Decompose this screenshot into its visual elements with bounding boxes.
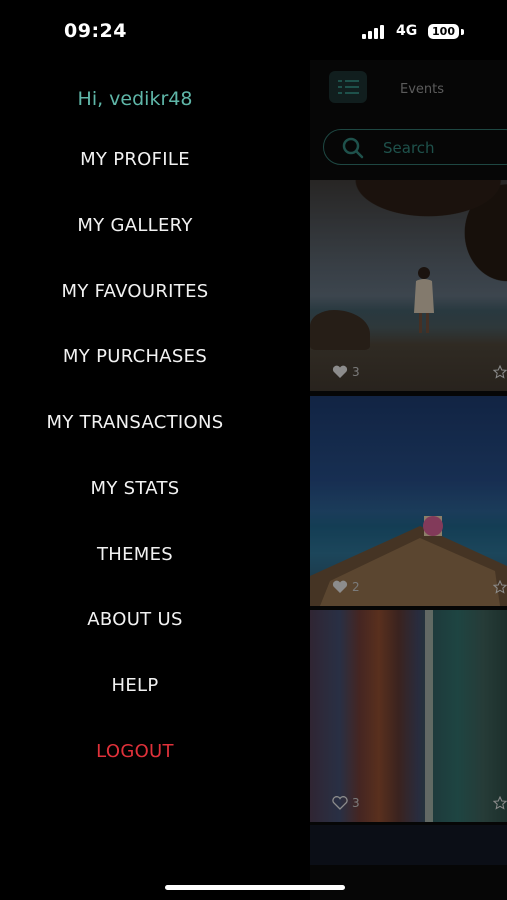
logout-button[interactable]: LOGOUT (0, 739, 270, 765)
clock: 09:24 (64, 20, 127, 42)
menu-item-my-stats[interactable]: MY STATS (0, 476, 270, 502)
menu-item-help[interactable]: HELP (0, 673, 270, 699)
menu-item-my-transactions[interactable]: MY TRANSACTIONS (0, 410, 270, 436)
menu-item-my-favourites[interactable]: MY FAVOURITES (0, 279, 270, 305)
drawer-scrim[interactable] (310, 60, 507, 900)
status-bar: 09:24 4G 100 (0, 0, 507, 60)
menu-item-themes[interactable]: THEMES (0, 542, 270, 568)
menu-item-about-us[interactable]: ABOUT US (0, 607, 270, 633)
network-type: 4G (396, 23, 418, 39)
signal-icon (362, 25, 388, 39)
menu-item-my-profile[interactable]: MY PROFILE (0, 147, 270, 173)
side-drawer: Hi, vedikr48 MY PROFILE MY GALLERY MY FA… (0, 0, 310, 900)
battery-icon: 100 (428, 24, 459, 39)
user-greeting: Hi, vedikr48 (77, 88, 193, 110)
menu-item-my-gallery[interactable]: MY GALLERY (0, 213, 270, 239)
home-indicator[interactable] (165, 885, 345, 890)
menu-item-my-purchases[interactable]: MY PURCHASES (0, 344, 270, 370)
battery-tip (461, 29, 464, 35)
